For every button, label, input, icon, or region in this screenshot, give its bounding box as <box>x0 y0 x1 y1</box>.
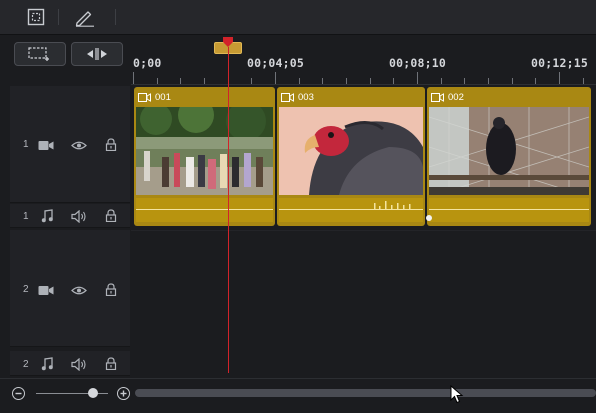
clip-header: 002 <box>427 87 591 107</box>
video-clip[interactable]: 001 <box>134 87 275 226</box>
video-clip[interactable]: 002 <box>427 87 591 226</box>
crop-tool-button[interactable] <box>24 6 48 28</box>
zoom-in-button[interactable] <box>117 387 130 400</box>
zoom-slider-knob[interactable] <box>88 388 98 398</box>
clip-audio-waveform <box>136 198 273 222</box>
video-clip-icon <box>138 92 151 102</box>
minus-icon <box>15 392 22 395</box>
clip-thumbnail-crowd <box>136 107 273 195</box>
ruler-timecode: 0;00 <box>133 56 162 70</box>
clip-audio-waveform <box>429 198 589 222</box>
clip-keyframe-dot[interactable] <box>426 215 432 221</box>
eye-icon[interactable] <box>70 137 88 153</box>
music-note-icon <box>38 208 56 224</box>
ruler-tick <box>559 72 560 84</box>
ruler-tick <box>133 72 134 84</box>
clip-audio-waveform <box>279 198 423 222</box>
waveform-peaks <box>374 201 411 209</box>
timeline-footer <box>0 378 596 413</box>
video-clip-icon <box>431 92 444 102</box>
add-track-icon <box>28 47 49 61</box>
track-header-audio-2: 2 <box>10 351 130 376</box>
ruler-tick <box>582 78 584 84</box>
ruler-timecode: 00;08;10 <box>389 56 446 70</box>
playhead-line <box>228 47 229 373</box>
track-header-video-2: 2 <box>10 230 130 347</box>
plus-icon <box>120 390 127 397</box>
ruler-tick <box>464 78 466 84</box>
ruler-tick <box>417 72 418 84</box>
zoom-out-button[interactable] <box>12 387 25 400</box>
ruler-tick <box>251 78 253 84</box>
add-track-button[interactable] <box>14 42 66 66</box>
horizontal-scrollbar[interactable] <box>135 389 596 397</box>
edit-tool-button[interactable] <box>72 6 96 28</box>
video-clip-icon <box>281 92 294 102</box>
split-button[interactable] <box>71 42 123 66</box>
ruler-tick <box>298 78 300 84</box>
lock-icon[interactable] <box>102 207 120 223</box>
video-clip[interactable]: 003 <box>277 87 425 226</box>
ruler-timecode: 00;04;05 <box>247 56 304 70</box>
ruler-tick <box>440 78 442 84</box>
clip-label: 001 <box>155 91 171 103</box>
ruler-tick <box>156 78 158 84</box>
clip-label: 003 <box>298 91 314 103</box>
toolbar-divider <box>115 9 116 25</box>
split-icon <box>87 48 107 60</box>
mouse-cursor-icon <box>450 385 464 404</box>
ruler-timecode: 00;12;15 <box>531 56 588 70</box>
ruler-tick <box>322 78 324 84</box>
ruler-tick <box>180 78 182 84</box>
clip-label: 002 <box>448 91 464 103</box>
track-header-video-1: 1 <box>10 86 130 203</box>
lock-icon[interactable] <box>102 355 120 371</box>
lock-icon[interactable] <box>102 136 120 152</box>
video-camera-icon <box>37 137 55 153</box>
clip-header: 003 <box>277 87 425 107</box>
track-header-audio-1: 1 <box>10 204 130 228</box>
clip-thumbnail-caged-bird <box>429 107 589 195</box>
ruler-tick <box>369 78 371 84</box>
track-number: 2 <box>23 284 29 295</box>
speaker-icon[interactable] <box>70 208 88 224</box>
track-number: 2 <box>23 359 29 370</box>
timeline-header-controls <box>0 35 131 85</box>
ruler-tick <box>204 78 205 84</box>
eye-icon[interactable] <box>70 282 88 298</box>
track-number: 1 <box>23 211 29 222</box>
track-lane-2[interactable] <box>131 230 596 376</box>
ruler-tick <box>535 78 537 84</box>
music-note-icon <box>38 356 56 372</box>
pen-icon <box>75 11 94 27</box>
ruler-tick <box>393 78 395 84</box>
clip-header: 001 <box>134 87 275 107</box>
ruler-tick <box>346 78 347 84</box>
ruler-tick <box>275 72 276 84</box>
ruler-tick <box>488 78 489 84</box>
top-toolbar <box>0 0 596 35</box>
crop-icon <box>27 8 45 26</box>
video-camera-icon <box>37 282 55 298</box>
clip-thumbnail-vulture <box>279 107 423 195</box>
time-ruler[interactable]: 0;00 00;04;05 00;08;10 00;12;15 <box>131 35 596 85</box>
track-number: 1 <box>23 139 29 150</box>
ruler-tick <box>511 78 513 84</box>
lock-icon[interactable] <box>102 281 120 297</box>
toolbar-divider <box>58 9 59 25</box>
speaker-icon[interactable] <box>70 356 88 372</box>
